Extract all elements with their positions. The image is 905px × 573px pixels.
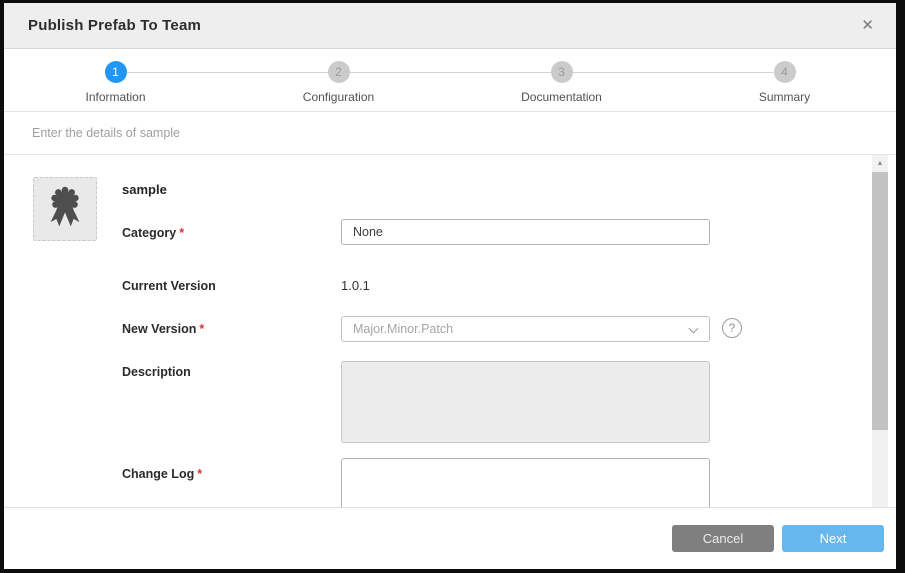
subtitle-bar: Enter the details of sample xyxy=(4,112,896,155)
step-2-label: Configuration xyxy=(303,90,374,104)
dialog-footer: Cancel Next xyxy=(4,507,896,569)
publish-prefab-dialog: Publish Prefab To Team ✕ 1 Information 2… xyxy=(4,3,896,569)
scrollbar-thumb[interactable] xyxy=(872,172,888,430)
step-4-label: Summary xyxy=(759,90,810,104)
dialog-header: Publish Prefab To Team ✕ xyxy=(4,3,896,49)
step-4-circle: 4 xyxy=(774,61,796,83)
chevron-down-icon xyxy=(689,324,699,334)
prefab-thumbnail xyxy=(33,177,97,241)
change-log-label: Change Log* xyxy=(122,467,202,481)
next-button[interactable]: Next xyxy=(782,525,884,552)
step-summary[interactable]: 4 Summary xyxy=(673,49,896,111)
close-icon[interactable]: ✕ xyxy=(861,18,874,33)
step-documentation[interactable]: 3 Documentation xyxy=(450,49,673,111)
help-icon[interactable]: ? xyxy=(722,318,742,338)
cancel-button[interactable]: Cancel xyxy=(672,525,774,552)
form-content: sample Category* Current Version 1.0.1 N… xyxy=(4,155,896,507)
step-3-circle: 3 xyxy=(551,61,573,83)
required-marker: * xyxy=(199,322,204,336)
prefab-name: sample xyxy=(122,182,167,197)
new-version-select[interactable]: Major.Minor.Patch xyxy=(341,316,710,342)
required-marker: * xyxy=(197,467,202,481)
step-information[interactable]: 1 Information xyxy=(4,49,227,111)
category-label: Category* xyxy=(122,226,184,240)
step-configuration[interactable]: 2 Configuration xyxy=(227,49,450,111)
step-1-label: Information xyxy=(85,90,145,104)
current-version-value: 1.0.1 xyxy=(341,278,370,293)
scrollbar-up-arrow-icon[interactable]: ▲ xyxy=(872,155,888,171)
new-version-label: New Version* xyxy=(122,322,204,336)
new-version-placeholder: Major.Minor.Patch xyxy=(353,322,453,336)
step-3-label: Documentation xyxy=(521,90,602,104)
required-marker: * xyxy=(179,226,184,240)
step-2-circle: 2 xyxy=(328,61,350,83)
vertical-scrollbar[interactable]: ▲ xyxy=(872,155,888,507)
description-textarea xyxy=(341,361,710,443)
category-input[interactable] xyxy=(341,219,710,245)
subtitle-text: Enter the details of sample xyxy=(32,126,180,140)
description-label: Description xyxy=(122,365,191,379)
current-version-label: Current Version xyxy=(122,279,216,293)
award-badge-icon xyxy=(42,182,88,237)
step-1-circle: 1 xyxy=(105,61,127,83)
dialog-title: Publish Prefab To Team xyxy=(28,17,201,34)
wizard-stepper: 1 Information 2 Configuration 3 Document… xyxy=(4,49,896,112)
change-log-textarea[interactable] xyxy=(341,458,710,507)
